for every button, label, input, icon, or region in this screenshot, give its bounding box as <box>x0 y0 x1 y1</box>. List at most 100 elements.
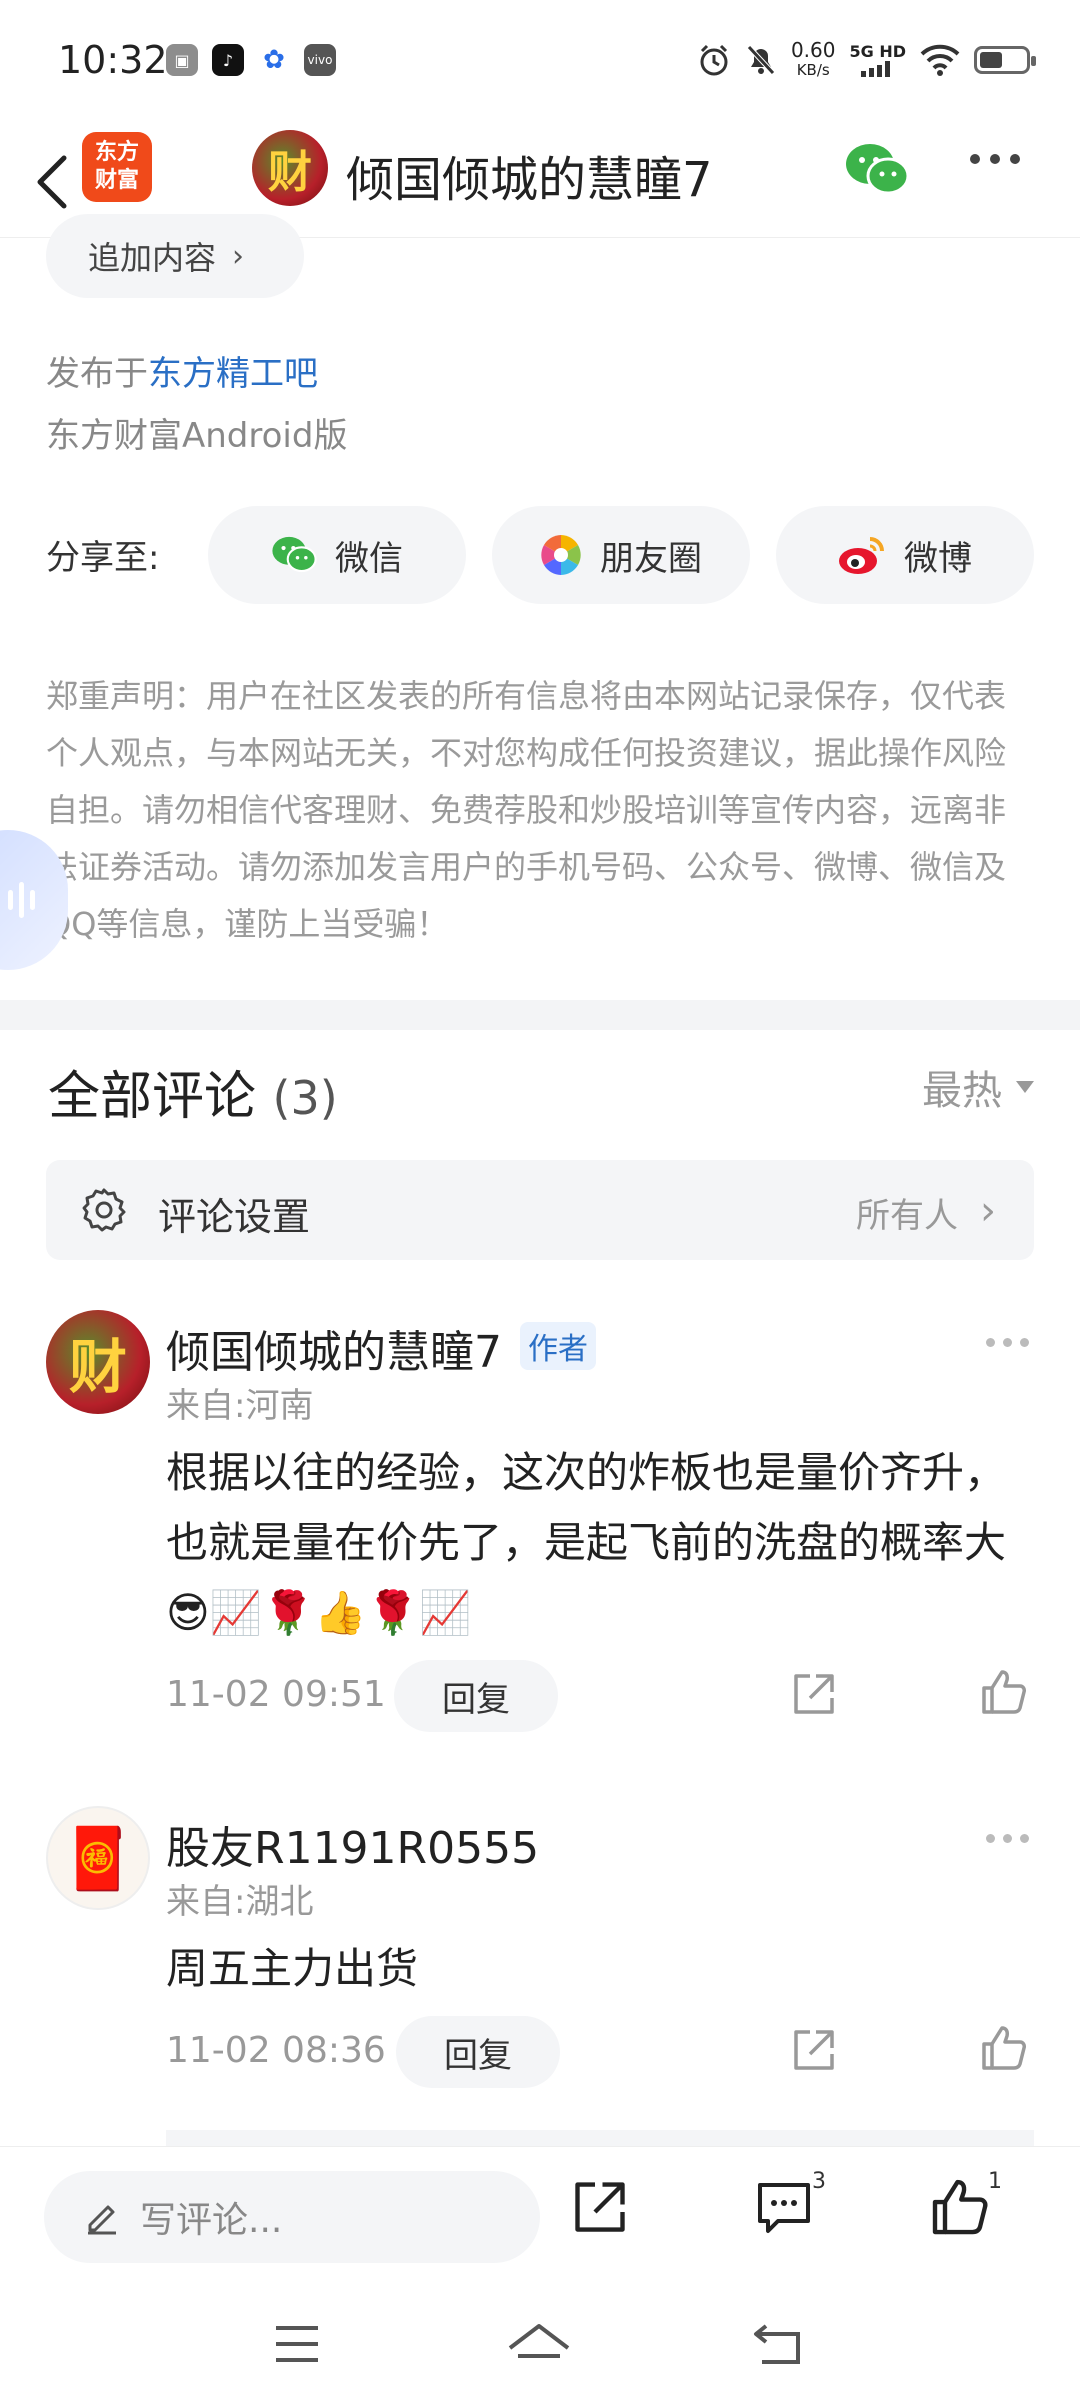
bottom-action-bar: 写评论... 3 1 <box>0 2146 1080 2282</box>
share-wechat-button[interactable]: 微信 <box>208 506 466 604</box>
battery-icon <box>974 46 1036 74</box>
more-options-button[interactable] <box>970 154 1020 164</box>
sort-dropdown[interactable]: 最热 <box>922 1058 1034 1116</box>
notification-icons: ▣ ♪ ✿ vivo <box>166 44 336 76</box>
share-wechat-label: 微信 <box>335 538 403 579</box>
voice-wave-icon <box>8 890 13 910</box>
client-info: 东方财富Android版 <box>46 416 348 456</box>
reply-button[interactable]: 回复 <box>396 2016 560 2088</box>
tiktok-icon: ♪ <box>212 44 244 76</box>
back-nav-icon[interactable] <box>752 2322 806 2368</box>
share-moments-button[interactable]: 朋友圈 <box>492 506 750 604</box>
sort-label: 最热 <box>922 1068 1002 1114</box>
dot-icon <box>970 154 980 164</box>
wechat-icon <box>272 536 317 573</box>
comment-settings-row[interactable]: 评论设置 所有人 › <box>46 1160 1034 1260</box>
write-comment-input[interactable]: 写评论... <box>44 2171 540 2263</box>
home-icon[interactable] <box>506 2322 572 2372</box>
commenter-avatar[interactable]: 财 <box>46 1310 150 1414</box>
like-icon[interactable] <box>930 2177 990 2237</box>
comment-count-badge: 3 <box>812 2169 826 2194</box>
comment-icon[interactable] <box>754 2177 814 2237</box>
comments-count: (3) <box>272 1071 338 1125</box>
forum-link[interactable]: 东方精工吧 <box>148 354 318 394</box>
dot-icon <box>986 1834 995 1843</box>
network-type: 5G HD <box>849 42 906 61</box>
dot-icon <box>990 154 1000 164</box>
moments-icon <box>541 535 581 575</box>
wechat-share-button[interactable] <box>844 142 910 202</box>
comment-time: 11-02 09:51 <box>166 1674 386 1715</box>
baidu-icon: ✿ <box>258 44 290 76</box>
section-divider <box>0 1000 1080 1030</box>
share-weibo-button[interactable]: 微博 <box>776 506 1034 604</box>
mute-bell-icon <box>747 45 775 75</box>
add-content-label: 追加内容 <box>88 239 217 277</box>
share-weibo-label: 微博 <box>904 538 972 579</box>
comment-text: 周五主力出货 <box>166 1944 419 1993</box>
comment-settings-label: 评论设置 <box>158 1195 311 1239</box>
avatar-char: 财 <box>68 1333 127 1401</box>
share-icon[interactable] <box>790 1670 838 1718</box>
write-comment-placeholder: 写评论... <box>140 2200 283 2241</box>
app-notification-icon: ▣ <box>166 44 198 76</box>
menu-icon[interactable] <box>272 2322 322 2366</box>
gear-icon <box>82 1188 126 1232</box>
dot-icon <box>1003 1338 1012 1347</box>
disclaimer-text: 郑重声明：用户在社区发表的所有信息将由本网站记录保存，仅代表个人观点，与本网站无… <box>46 677 1007 943</box>
author-avatar[interactable]: 财 <box>252 130 328 206</box>
like-count-badge: 1 <box>988 2169 1002 2194</box>
commenter-name[interactable]: 倾国倾城的慧瞳7 <box>166 1316 502 1380</box>
commenter-name[interactable]: 股友R1191R0555 <box>166 1812 539 1876</box>
avatar-char: 🧧 <box>60 1823 136 1894</box>
share-label: 分享至: <box>46 538 160 578</box>
add-content-button[interactable]: 追加内容 › <box>46 214 304 298</box>
comment-more-button[interactable] <box>986 1338 1029 1347</box>
weibo-icon <box>839 537 884 574</box>
published-prefix: 发布于 <box>46 354 148 394</box>
dot-icon <box>1003 1834 1012 1843</box>
back-arrow-icon <box>37 155 67 209</box>
author-name-title[interactable]: 倾国倾城的慧瞳7 <box>346 140 713 210</box>
share-icon[interactable] <box>790 2026 838 2074</box>
author-badge: 作者 <box>520 1322 596 1370</box>
dot-icon <box>1020 1338 1029 1347</box>
logo-text-bottom: 财富 <box>94 168 139 193</box>
wechat-icon <box>846 144 910 195</box>
system-nav-bar <box>0 2282 1080 2408</box>
eastmoney-logo[interactable]: 东方 财富 <box>82 132 152 202</box>
comment-settings-value: 所有人 <box>856 1196 958 1236</box>
voice-wave-icon <box>30 890 35 910</box>
reply-button[interactable]: 回复 <box>394 1660 558 1732</box>
chevron-right-icon: › <box>980 1188 996 1234</box>
network-speed: 0.60 KB/s <box>791 40 836 80</box>
status-bar: 10:32 ▣ ♪ ✿ vivo 0.60 KB/s 5G HD <box>0 0 1080 126</box>
voice-wave-icon <box>19 882 24 918</box>
commenter-location: 来自:湖北 <box>166 1882 314 1922</box>
status-right: 0.60 KB/s 5G HD <box>697 40 1036 80</box>
commenter-location: 来自:河南 <box>166 1386 314 1426</box>
share-icon[interactable] <box>570 2177 630 2237</box>
back-button[interactable] <box>24 144 80 220</box>
like-icon[interactable] <box>980 2024 1028 2072</box>
comment-time: 11-02 08:36 <box>166 2030 386 2071</box>
comment-more-button[interactable] <box>986 1834 1029 1843</box>
comments-title-label: 全部评论 <box>48 1067 257 1127</box>
share-moments-label: 朋友圈 <box>600 538 702 579</box>
logo-text-top: 东方 <box>94 140 139 165</box>
chevron-right-icon: › <box>232 238 245 274</box>
commenter-avatar[interactable]: 🧧 <box>46 1806 150 1910</box>
comments-title: 全部评论 (3) <box>48 1054 338 1129</box>
alarm-icon <box>700 44 728 76</box>
dot-icon <box>1020 1834 1029 1843</box>
like-icon[interactable] <box>980 1668 1028 1716</box>
dot-icon <box>986 1338 995 1347</box>
signal-group: 5G HD <box>849 43 906 77</box>
speed-unit: KB/s <box>796 61 830 79</box>
status-time: 10:32 <box>58 38 168 82</box>
cell-signal-icon <box>860 61 890 77</box>
comment-text: 根据以往的经验，这次的炸板也是量价齐升，也就是量在价先了，是起飞前的洗盘的概率大… <box>166 1448 1007 1637</box>
vivo-icon: vivo <box>304 44 336 76</box>
wifi-icon <box>920 44 960 76</box>
dot-icon <box>1010 154 1020 164</box>
